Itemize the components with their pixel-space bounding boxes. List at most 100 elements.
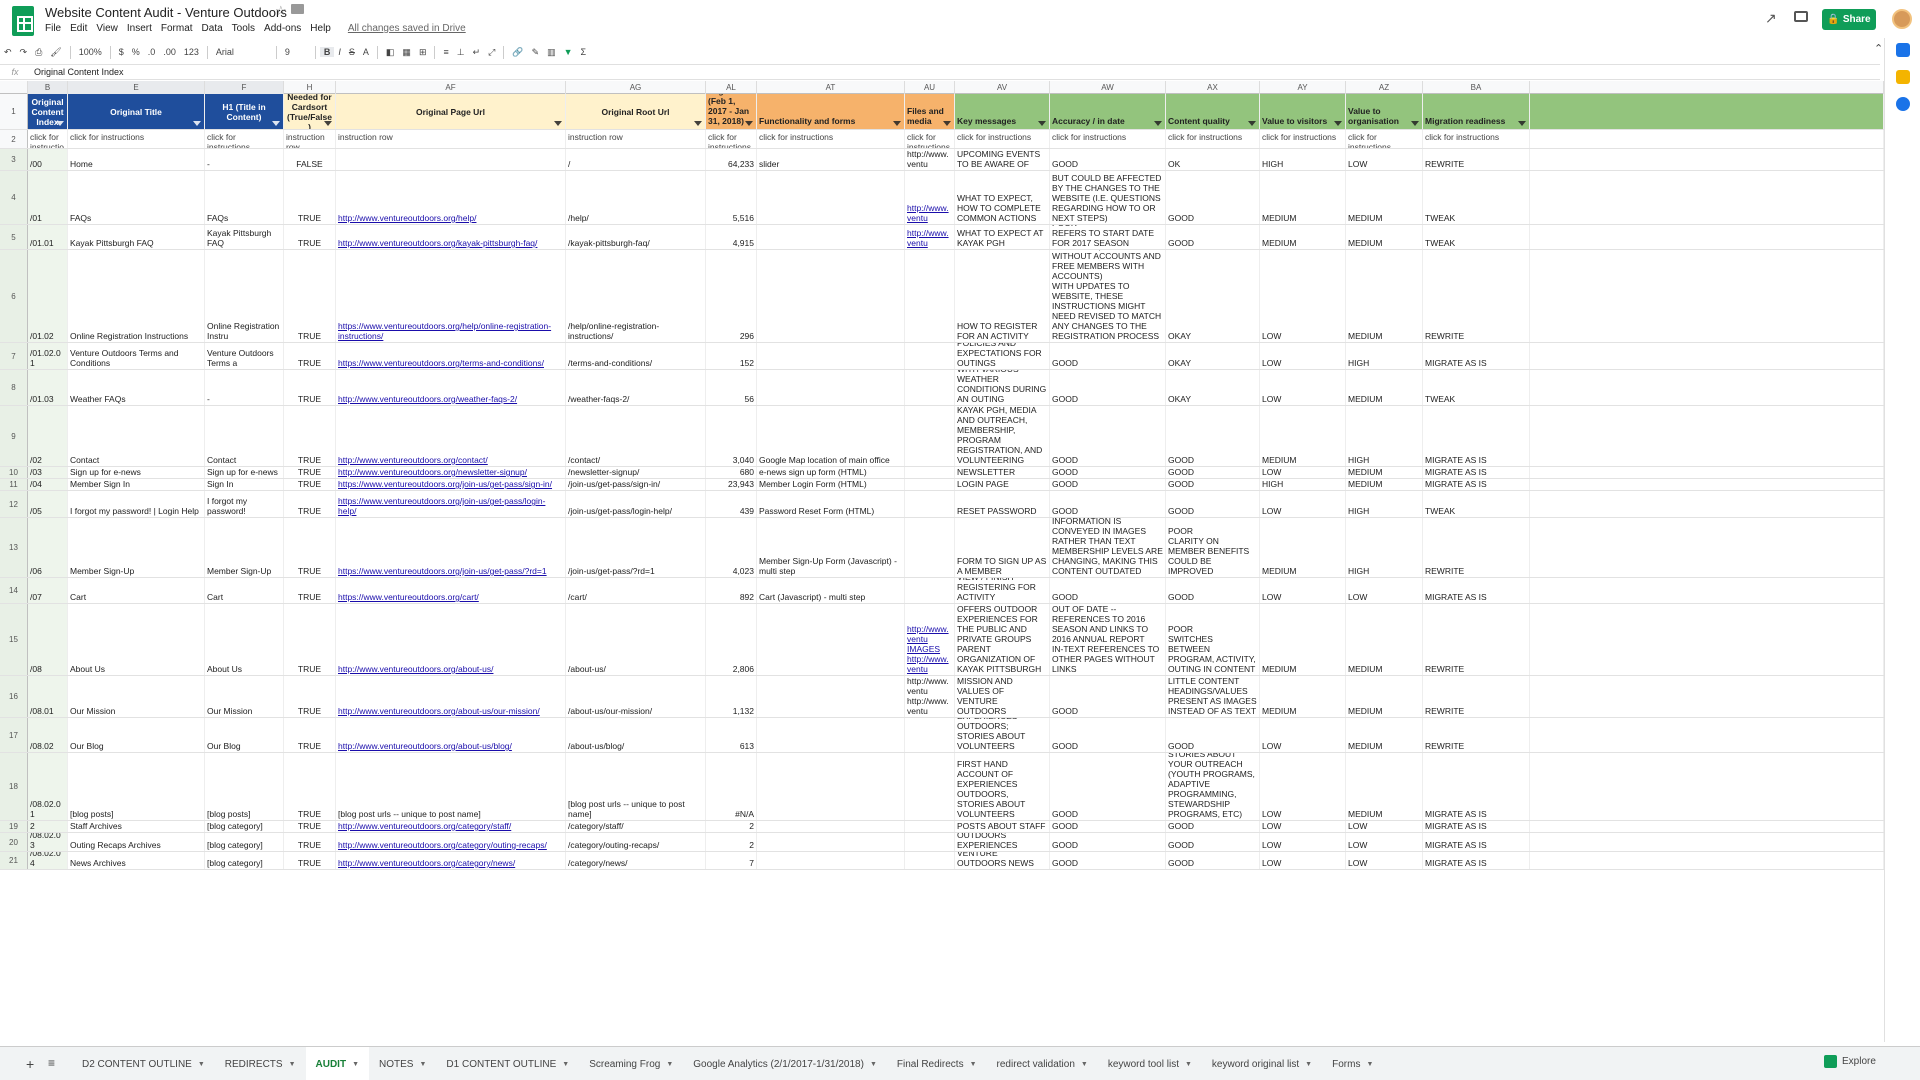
cell-au[interactable]: [905, 578, 955, 603]
filter-dropdown-icon[interactable]: [1038, 121, 1046, 126]
cell-f[interactable]: Our Mission: [205, 676, 284, 717]
cell-al[interactable]: 296: [706, 250, 757, 342]
cell-e[interactable]: Contact: [68, 406, 205, 466]
menu-edit[interactable]: Edit: [70, 23, 87, 34]
cell-ax[interactable]: OKAY: [1166, 343, 1260, 369]
cell-ax[interactable]: GOOD: [1166, 406, 1260, 466]
cell-ax[interactable]: click for instructions: [1166, 130, 1260, 148]
cell-ag[interactable]: /contact/: [566, 406, 706, 466]
column-title-al[interactable]: Pageviews (Feb 1, 2017 - Jan 31, 2018): [706, 94, 757, 129]
column-title-ba[interactable]: Migration readiness: [1423, 94, 1530, 129]
filter-dropdown-icon[interactable]: [1334, 121, 1342, 126]
column-title-az[interactable]: Value to organisation: [1346, 94, 1423, 129]
cell-b[interactable]: /06: [28, 518, 68, 577]
row-number[interactable]: 5: [0, 225, 28, 249]
cell-ba[interactable]: MIGRATE AS IS: [1423, 753, 1530, 820]
cell-at[interactable]: Google Map location of main office: [757, 406, 905, 466]
cell-ag[interactable]: /kayak-pittsburgh-faq/: [566, 225, 706, 249]
cell-ay[interactable]: MEDIUM: [1260, 676, 1346, 717]
cell-az[interactable]: MEDIUM: [1346, 370, 1423, 405]
cell-au[interactable]: http://www.ventu: [905, 171, 955, 224]
cell-f[interactable]: Venture Outdoors Terms a: [205, 343, 284, 369]
cell-partial[interactable]: [1530, 479, 1884, 490]
column-title-h[interactable]: Needed for Cardsort (True/False): [284, 94, 336, 129]
cell-af[interactable]: instruction row: [336, 130, 566, 148]
cell-az[interactable]: MEDIUM: [1346, 479, 1423, 490]
cell-partial[interactable]: [1530, 130, 1884, 148]
cell-ba[interactable]: MIGRATE AS IS: [1423, 578, 1530, 603]
cell-h[interactable]: TRUE: [284, 604, 336, 675]
cell-at[interactable]: [757, 821, 905, 832]
cell-ag[interactable]: /join-us/get-pass/login-help/: [566, 491, 706, 517]
cell-al[interactable]: 4,023: [706, 518, 757, 577]
more-formats-select[interactable]: 123: [180, 47, 203, 57]
strikethrough-button[interactable]: S: [345, 47, 359, 57]
cell-f[interactable]: Member Sign-Up: [205, 518, 284, 577]
cell-h[interactable]: TRUE: [284, 833, 336, 851]
row-number[interactable]: 18: [0, 753, 28, 820]
cell-av[interactable]: WHAT TO EXPECT, HOW TO COMPLETE COMMON A…: [955, 171, 1050, 224]
cell-af[interactable]: https://www.ventureoutdoors.org/join-us/…: [336, 491, 566, 517]
cell-ag[interactable]: /weather-faqs-2/: [566, 370, 706, 405]
cell-ax[interactable]: GOOD: [1166, 821, 1260, 832]
cell-h[interactable]: TRUE: [284, 343, 336, 369]
print-icon[interactable]: ⎙: [31, 47, 46, 58]
cell-ba[interactable]: MIGRATE AS IS: [1423, 852, 1530, 869]
cell-e[interactable]: Cart: [68, 578, 205, 603]
cell-h[interactable]: TRUE: [284, 821, 336, 832]
cell-af[interactable]: http://www.ventureoutdoors.org/help/: [336, 171, 566, 224]
cell-af[interactable]: http://www.ventureoutdoors.org/about-us/: [336, 604, 566, 675]
cell-ag[interactable]: instruction row: [566, 130, 706, 148]
cell-ag[interactable]: /newsletter-signup/: [566, 467, 706, 478]
cell-ax[interactable]: GOOD: [1166, 479, 1260, 490]
cell-ba[interactable]: TWEAK: [1423, 171, 1530, 224]
cell-az[interactable]: MEDIUM: [1346, 171, 1423, 224]
cell-f[interactable]: FAQs: [205, 171, 284, 224]
row-number[interactable]: 2: [0, 130, 28, 148]
cell-af[interactable]: http://www.ventureoutdoors.org/about-us/…: [336, 718, 566, 752]
column-header-al[interactable]: AL: [706, 81, 757, 94]
chevron-down-icon[interactable]: ▼: [1305, 1061, 1312, 1068]
cell-ay[interactable]: MEDIUM: [1260, 518, 1346, 577]
row-number[interactable]: 17: [0, 718, 28, 752]
chevron-down-icon[interactable]: ▼: [562, 1061, 569, 1068]
cell-ay[interactable]: MEDIUM: [1260, 225, 1346, 249]
cell-au[interactable]: http://www.ventu: [905, 225, 955, 249]
cell-av[interactable]: POSTS ABOUT VENTURE OUTDOORS NEWS: [955, 852, 1050, 869]
cell-av[interactable]: CONTACT INFORMATION FOR GENERAL INQUIRIE…: [955, 406, 1050, 466]
italic-button[interactable]: I: [334, 47, 345, 57]
cell-at[interactable]: [757, 718, 905, 752]
cell-at[interactable]: [757, 676, 905, 717]
cell-al[interactable]: 7: [706, 852, 757, 869]
cell-az[interactable]: LOW: [1346, 833, 1423, 851]
cell-al[interactable]: 892: [706, 578, 757, 603]
cell-ag[interactable]: /cart/: [566, 578, 706, 603]
cell-f[interactable]: Contact: [205, 406, 284, 466]
cell-ax[interactable]: GOOD: [1166, 491, 1260, 517]
cell-ax[interactable]: POOR LITTLE CONTENT HEADINGS/VALUES PRES…: [1166, 676, 1260, 717]
currency-format-button[interactable]: $: [115, 47, 128, 57]
cell-e[interactable]: Outing Recaps Archives: [68, 833, 205, 851]
horizontal-align-icon[interactable]: ≡: [439, 47, 452, 57]
cell-ba[interactable]: MIGRATE AS IS: [1423, 343, 1530, 369]
column-title-au[interactable]: Files and media: [905, 94, 955, 129]
cell-af[interactable]: http://www.ventureoutdoors.org/about-us/…: [336, 676, 566, 717]
select-all-corner[interactable]: [0, 81, 28, 94]
sheets-logo-icon[interactable]: [12, 6, 34, 36]
cell-aw[interactable]: POOR DOES NOT ADDRESS THE 2 TYPES OF NON…: [1050, 250, 1166, 342]
cell-af[interactable]: http://www.ventureoutdoors.org/category/…: [336, 852, 566, 869]
cell-b[interactable]: /01.01: [28, 225, 68, 249]
filter-dropdown-icon[interactable]: [56, 121, 64, 126]
cell-partial[interactable]: [1530, 149, 1884, 170]
cell-partial[interactable]: [1530, 821, 1884, 832]
undo-icon[interactable]: ↶: [0, 47, 16, 58]
document-title[interactable]: Website Content Audit - Venture Outdoors: [45, 5, 287, 20]
cell-aw[interactable]: GOOD: [1050, 343, 1166, 369]
cell-ag[interactable]: /join-us/get-pass/?rd=1: [566, 518, 706, 577]
cell-partial[interactable]: [1530, 225, 1884, 249]
row-number[interactable]: 10: [0, 467, 28, 478]
cell-av[interactable]: MISSION AND VALUES OF VENTURE OUTDOORS: [955, 676, 1050, 717]
cell-at[interactable]: click for instructions: [757, 130, 905, 148]
filter-dropdown-icon[interactable]: [193, 121, 201, 126]
cell-partial[interactable]: [1530, 604, 1884, 675]
